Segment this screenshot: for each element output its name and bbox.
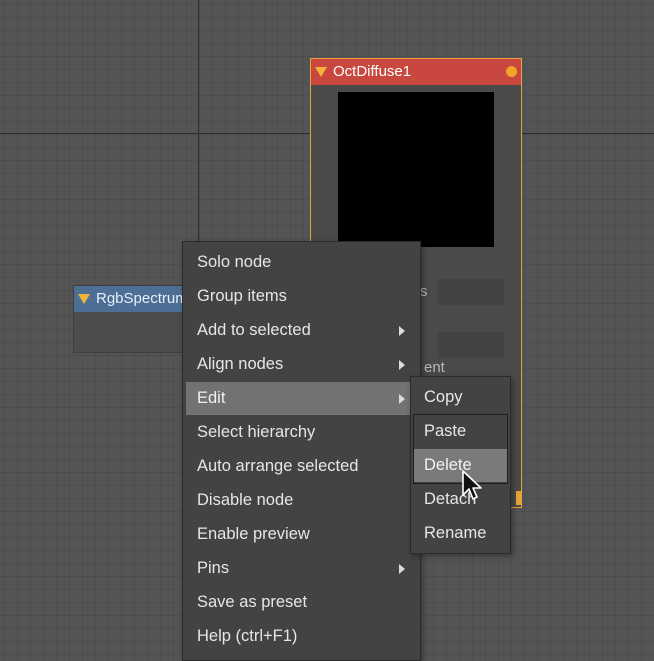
menu-item-label: Disable node (197, 491, 294, 509)
menu-item-solo-node[interactable]: Solo node (186, 246, 417, 279)
menu-item-label: Solo node (197, 253, 272, 271)
submenu-arrow-icon (399, 360, 405, 370)
menu-item-align-nodes[interactable]: Align nodes (186, 348, 417, 381)
menu-item-group-items[interactable]: Group items (186, 280, 417, 313)
menu-item-label: Select hierarchy (197, 423, 316, 441)
menu-item-enable-preview[interactable]: Enable preview (186, 518, 417, 551)
menu-item-label: Auto arrange selected (197, 457, 359, 475)
menu-item-label: Enable preview (197, 525, 310, 543)
submenu-arrow-icon (399, 394, 405, 404)
submenu-arrow-icon (399, 326, 405, 336)
input-pin-icon[interactable] (516, 491, 521, 505)
submenu-arrow-icon (399, 564, 405, 574)
menu-item-label: Pins (197, 559, 230, 577)
submenu-item-rename[interactable]: Rename (414, 517, 507, 550)
menu-item-label: Help (ctrl+F1) (197, 627, 298, 645)
menu-item-pins[interactable]: Pins (186, 552, 417, 585)
menu-item-label: Group items (197, 287, 287, 305)
node-octdiffuse-title: OctDiffuse1 (333, 63, 412, 80)
menu-item-help[interactable]: Help (ctrl+F1) (186, 620, 417, 653)
node-rgbspectrum[interactable]: RgbSpectrum (73, 285, 193, 353)
node-rgbspectrum-header[interactable]: RgbSpectrum (74, 286, 192, 312)
node-param-label: s (420, 283, 428, 300)
menu-item-add-to-selected[interactable]: Add to selected (186, 314, 417, 347)
submenu-item-copy[interactable]: Copy (414, 381, 507, 414)
menu-item-disable-node[interactable]: Disable node (186, 484, 417, 517)
collapse-triangle-icon[interactable] (315, 67, 327, 77)
collapse-triangle-icon[interactable] (78, 294, 90, 304)
submenu-item-label: Paste (424, 422, 467, 440)
node-octdiffuse-header[interactable]: OctDiffuse1 (311, 59, 521, 85)
submenu-item-paste[interactable]: Paste (414, 415, 507, 448)
menu-item-auto-arrange-selected[interactable]: Auto arrange selected (186, 450, 417, 483)
menu-item-label: Edit (197, 389, 226, 407)
output-pin-icon[interactable] (506, 66, 517, 77)
menu-item-label: Align nodes (197, 355, 284, 373)
context-menu: Solo node Group items Add to selected Al… (182, 241, 421, 661)
menu-item-edit[interactable]: Edit (186, 382, 417, 415)
node-field[interactable] (438, 332, 504, 358)
submenu-item-label: Rename (424, 524, 487, 542)
mouse-cursor-icon (462, 470, 482, 500)
node-rgbspectrum-title: RgbSpectrum (96, 290, 188, 307)
menu-item-save-as-preset[interactable]: Save as preset (186, 586, 417, 619)
edit-submenu: Copy Paste Delete Detach Rename (410, 376, 511, 554)
node-param-label: ent (424, 359, 445, 376)
menu-item-label: Save as preset (197, 593, 308, 611)
menu-item-label: Add to selected (197, 321, 311, 339)
submenu-item-label: Copy (424, 388, 463, 406)
node-preview (338, 92, 494, 247)
node-field[interactable] (438, 279, 504, 305)
menu-item-select-hierarchy[interactable]: Select hierarchy (186, 416, 417, 449)
